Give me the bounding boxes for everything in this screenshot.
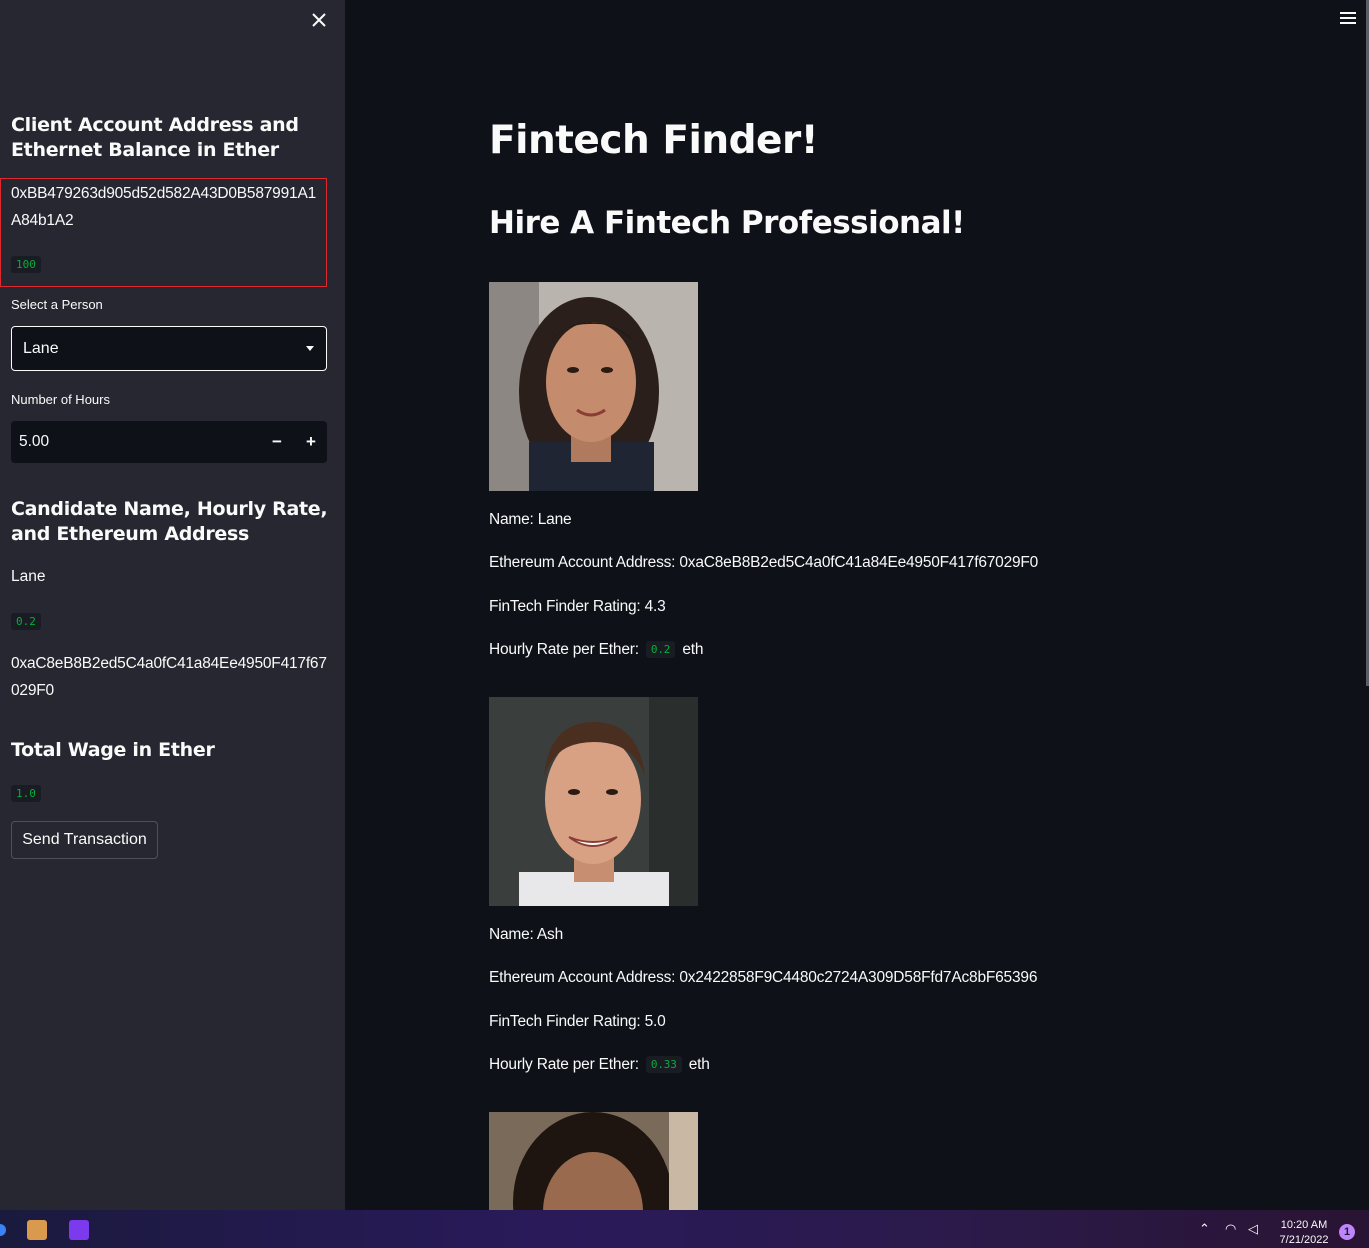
package-icon[interactable] <box>27 1220 47 1240</box>
rate-suffix: eth <box>682 641 704 658</box>
wage-heading: Total Wage in Ether <box>11 739 215 761</box>
candidate-rate-line: Hourly Rate per Ether: 0.33 eth <box>489 1056 710 1074</box>
rate-suffix: eth <box>688 1056 710 1073</box>
hours-value[interactable]: 5.00 <box>19 433 49 451</box>
chevron-down-icon <box>306 346 314 351</box>
rate-prefix: Hourly Rate per Ether: <box>489 1056 639 1073</box>
candidate-rate-line: Hourly Rate per Ether: 0.2 eth <box>489 641 703 659</box>
candidate-address-text: Ethereum Account Address: 0xaC8eB8B2ed5C… <box>489 554 1039 571</box>
rate-value: 0.2 <box>645 641 676 659</box>
close-icon[interactable] <box>308 10 330 32</box>
rate-value: 0.33 <box>645 1056 682 1074</box>
person-select[interactable]: Lane <box>11 326 327 371</box>
notification-badge[interactable]: 1 <box>1339 1224 1355 1240</box>
candidate-name: Lane <box>11 568 46 585</box>
chevron-up-icon[interactable]: ⌃ <box>1199 1221 1210 1237</box>
taskbar: ⌃ ◠ ◁ 10:20 AM 7/21/2022 1 <box>0 1210 1369 1248</box>
hamburger-menu-icon[interactable] <box>1340 12 1356 26</box>
candidate-address-text: Ethereum Account Address: 0x2422858F9C44… <box>489 969 1038 986</box>
decrement-button[interactable]: − <box>265 429 289 455</box>
candidate-address: 0xaC8eB8B2ed5C4a0fC41a84Ee4950F417f67029… <box>11 655 327 699</box>
rate-prefix: Hourly Rate per Ether: <box>489 641 639 658</box>
candidate-name-text: Name: Ash <box>489 926 564 943</box>
hours-input[interactable]: 5.00 − + <box>11 421 327 463</box>
select-person-label: Select a Person <box>11 297 103 312</box>
hours-label: Number of Hours <box>11 392 110 407</box>
selected-person: Lane <box>23 340 59 357</box>
candidate-photo-lane <box>489 282 698 491</box>
candidate-name-text: Name: Lane <box>489 511 572 528</box>
speaker-icon[interactable]: ◁ <box>1248 1221 1258 1237</box>
candidate-rating-text: FinTech Finder Rating: 4.3 <box>489 598 666 615</box>
wage-value: 1.0 <box>11 785 41 802</box>
wifi-icon[interactable]: ◠ <box>1225 1221 1236 1237</box>
candidate-rate: 0.2 <box>11 613 41 630</box>
client-account-address: 0xBB479263d905d52d582A43D0B587991A1A84b1… <box>11 185 317 229</box>
increment-button[interactable]: + <box>299 429 323 455</box>
sidebar: Client Account Address and Ethernet Bala… <box>0 0 345 1210</box>
clock-date[interactable]: 7/21/2022 <box>1274 1234 1334 1246</box>
search-icon[interactable] <box>0 1224 6 1236</box>
send-transaction-button[interactable]: Send Transaction <box>11 821 158 859</box>
page-title: Fintech Finder! <box>489 118 819 163</box>
balance-value: 100 <box>11 256 41 273</box>
clock-time[interactable]: 10:20 AM <box>1274 1219 1334 1231</box>
candidate-rating-text: FinTech Finder Rating: 5.0 <box>489 1013 666 1030</box>
account-heading: Client Account Address and Ethernet Bala… <box>11 114 299 161</box>
candidate-photo-partial <box>489 1112 698 1210</box>
candidate-heading: Candidate Name, Hourly Rate, and Ethereu… <box>11 498 328 545</box>
onenote-icon[interactable] <box>69 1220 89 1240</box>
candidate-photo-ash <box>489 697 698 906</box>
page-subtitle: Hire A Fintech Professional! <box>489 205 965 241</box>
